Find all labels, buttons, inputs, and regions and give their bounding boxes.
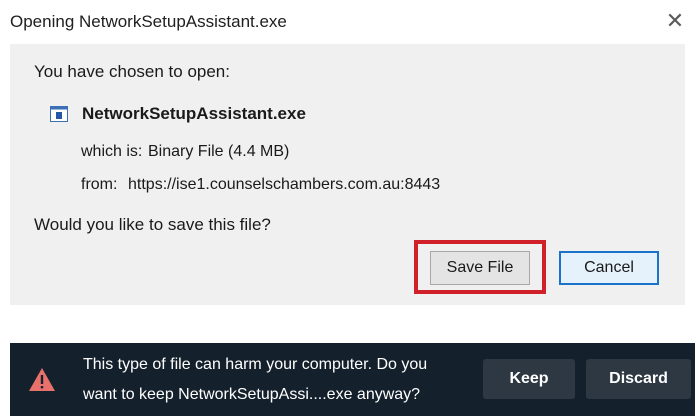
dialog-titlebar: Opening NetworkSetupAssistant.exe ✕: [0, 0, 695, 44]
dialog-body: You have chosen to open: NetworkSetupAss…: [10, 44, 685, 305]
warning-message-line1: This type of file can harm your computer…: [83, 356, 428, 373]
cancel-button[interactable]: Cancel: [559, 251, 659, 285]
close-icon[interactable]: ✕: [663, 9, 687, 33]
dialog-title: Opening NetworkSetupAssistant.exe: [10, 12, 287, 31]
open-prompt: You have chosen to open:: [34, 62, 230, 81]
warning-triangle-icon: [28, 367, 56, 392]
keep-button[interactable]: Keep: [483, 359, 575, 399]
discard-button[interactable]: Discard: [586, 359, 691, 399]
save-question: Would you like to save this file?: [34, 215, 271, 234]
exe-file-icon: [50, 106, 68, 122]
file-type-label: which is:: [81, 143, 143, 160]
download-dialog: Opening NetworkSetupAssistant.exe ✕ You …: [0, 0, 695, 305]
file-source-label: from:: [81, 176, 118, 193]
warning-message-line2: want to keep NetworkSetupAssi....exe any…: [83, 386, 421, 403]
download-warning-bar: This type of file can harm your computer…: [10, 343, 695, 416]
save-file-button[interactable]: Save File: [430, 251, 530, 285]
file-name: NetworkSetupAssistant.exe: [82, 104, 306, 123]
file-type-value: Binary File (4.4 MB): [148, 143, 290, 160]
file-source-url: https://ise1.counselschambers.com.au:844…: [128, 176, 441, 193]
